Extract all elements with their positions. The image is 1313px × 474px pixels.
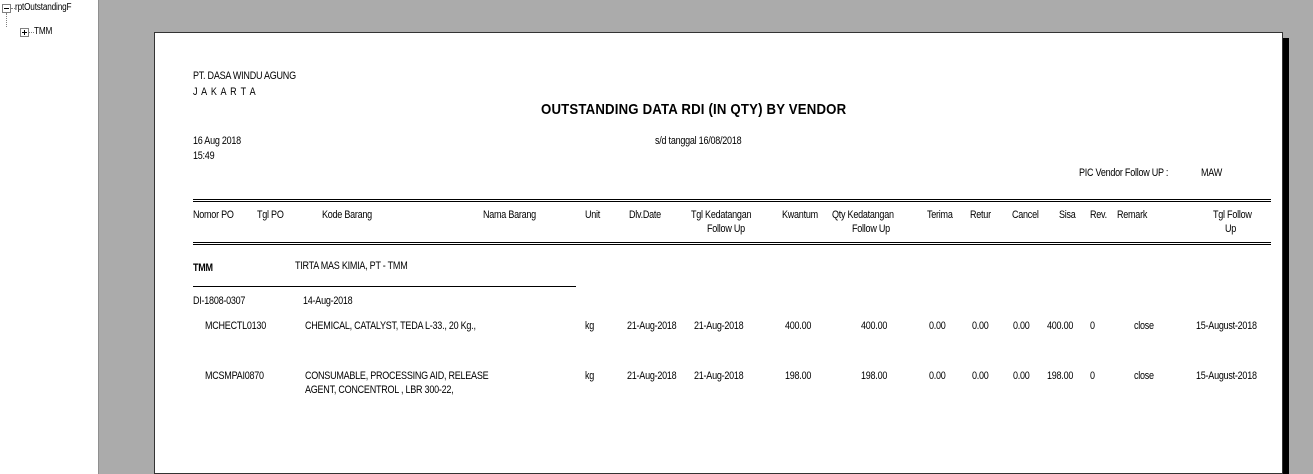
col-tgl-po: Tgl PO <box>257 209 284 221</box>
tree-node-root[interactable]: rptOutstandingF <box>15 2 72 14</box>
col-nama-barang: Nama Barang <box>483 209 536 221</box>
row-tgl-kedatangan: 21-Aug-2018 <box>694 370 744 382</box>
col-unit: Unit <box>585 209 601 221</box>
row-qty-kedatangan: 198.00 <box>861 370 888 382</box>
row-rev: 0 <box>1090 370 1095 382</box>
col-remark: Remark <box>1117 209 1148 221</box>
row-retur: 0.00 <box>972 370 989 382</box>
row-qty-kedatangan: 400.00 <box>861 320 888 332</box>
col-tgl-kedatangan-sub: Follow Up <box>707 223 745 235</box>
vendor-rule <box>193 286 576 287</box>
row-cancel: 0.00 <box>1013 320 1030 332</box>
po-number: DI-1808-0307 <box>193 295 246 307</box>
row-tgl-follow: 15-August-2018 <box>1196 320 1257 332</box>
print-time: 15:49 <box>193 150 215 162</box>
col-tgl-kedatangan: Tgl Kedatangan <box>691 209 752 221</box>
po-date: 14-Aug-2018 <box>303 295 353 307</box>
col-tgl-follow: Tgl Follow <box>1213 209 1252 221</box>
row-unit: kg <box>585 320 595 332</box>
report-page: PT. DASA WINDU AGUNG J A K A R T A OUTST… <box>154 32 1283 474</box>
header-rule-top <box>193 199 1271 200</box>
col-terima: Terima <box>927 209 953 221</box>
row-unit: kg <box>585 370 595 382</box>
row-sisa: 400.00 <box>1047 320 1074 332</box>
col-dlv-date: Dlv.Date <box>629 209 661 221</box>
vendor-name: TIRTA MAS KIMIA, PT - TMM <box>295 260 408 272</box>
col-nomor-po: Nomor PO <box>193 209 234 221</box>
row-kwantum: 400.00 <box>785 320 812 332</box>
pic-value: MAW <box>1201 167 1222 179</box>
row-kode: MCHECTL0130 <box>205 320 266 332</box>
print-date: 16 Aug 2018 <box>193 135 241 147</box>
header-rule-top <box>193 201 1271 202</box>
collapse-icon[interactable] <box>2 4 11 13</box>
col-rev: Rev. <box>1090 209 1107 221</box>
row-nama: CHEMICAL, CATALYST, TEDA L-33., 20 Kg., <box>305 320 476 332</box>
company-name: PT. DASA WINDU AGUNG <box>193 70 296 82</box>
row-dlv-date: 21-Aug-2018 <box>627 370 677 382</box>
row-remark: close <box>1134 370 1154 382</box>
date-filter: s/d tanggal 16/08/2018 <box>655 135 742 147</box>
row-cancel: 0.00 <box>1013 370 1030 382</box>
row-tgl-follow: 15-August-2018 <box>1196 370 1257 382</box>
vendor-code: TMM <box>193 262 213 274</box>
col-sisa: Sisa <box>1059 209 1076 221</box>
header-rule-bottom <box>193 242 1271 243</box>
row-terima: 0.00 <box>929 370 946 382</box>
col-kode-barang: Kode Barang <box>322 209 372 221</box>
expand-icon[interactable] <box>20 28 29 37</box>
tree-connector <box>6 13 7 27</box>
col-qty-kedatangan-sub: Follow Up <box>852 223 890 235</box>
row-sisa: 198.00 <box>1047 370 1074 382</box>
group-tree-panel: rptOutstandingF TMM <box>0 0 99 474</box>
row-kwantum: 198.00 <box>785 370 812 382</box>
row-nama: CONSUMABLE, PROCESSING AID, RELEASE <box>305 370 489 382</box>
col-tgl-follow-sub: Up <box>1225 223 1237 235</box>
report-title: OUTSTANDING DATA RDI (IN QTY) BY VENDOR <box>541 101 847 118</box>
row-dlv-date: 21-Aug-2018 <box>627 320 677 332</box>
row-kode: MCSMPAI0870 <box>205 370 264 382</box>
row-rev: 0 <box>1090 320 1095 332</box>
col-kwantum: Kwantum <box>782 209 818 221</box>
tree-node-tmm[interactable]: TMM <box>34 26 52 38</box>
company-city: J A K A R T A <box>193 86 257 98</box>
col-qty-kedatangan: Qty Kedatangan <box>832 209 894 221</box>
header-rule-bottom <box>193 244 1271 245</box>
col-retur: Retur <box>970 209 991 221</box>
col-cancel: Cancel <box>1012 209 1039 221</box>
row-nama-line2: AGENT, CONCENTROL , LBR 300-22, <box>305 384 454 396</box>
row-terima: 0.00 <box>929 320 946 332</box>
row-retur: 0.00 <box>972 320 989 332</box>
row-tgl-kedatangan: 21-Aug-2018 <box>694 320 744 332</box>
row-remark: close <box>1134 320 1154 332</box>
pic-label: PIC Vendor Follow UP : <box>1079 167 1169 179</box>
